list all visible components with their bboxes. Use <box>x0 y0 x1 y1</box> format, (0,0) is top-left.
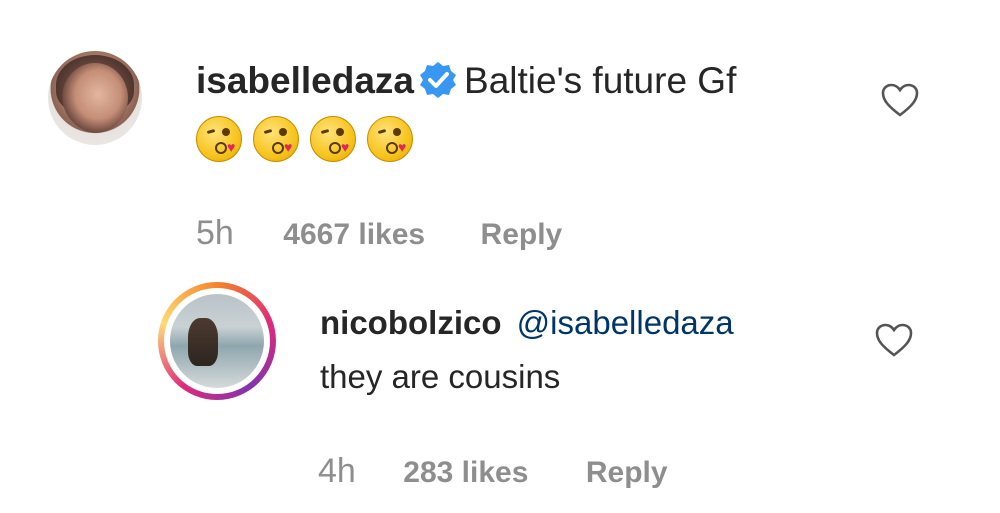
comment-1-emoji-row: ♥ ♥ ♥ ♥ <box>196 116 424 162</box>
comment-2-reply-button[interactable]: Reply <box>586 456 668 490</box>
comment-2-header-line: nicobolzico @isabelledaza <box>320 303 734 343</box>
comment-1-meta: 5h 4667 likes Reply <box>196 214 562 253</box>
kissing-heart-emoji: ♥ <box>310 116 356 162</box>
comment-1-body: Baltie's future Gf <box>464 60 737 101</box>
avatar-person-shape <box>188 318 218 366</box>
comment-2-meta: 4h 283 likes Reply <box>318 452 668 491</box>
avatar-isabelledaza[interactable] <box>48 51 142 145</box>
comment-2-username[interactable]: nicobolzico <box>320 304 502 341</box>
comment-2-time[interactable]: 4h <box>318 452 356 491</box>
comment-2-mention[interactable]: @isabelledaza <box>517 304 734 341</box>
avatar-nicobolzico[interactable] <box>170 294 264 388</box>
comment-1-username[interactable]: isabelledaza <box>196 60 414 101</box>
avatar-face-shape <box>62 63 128 133</box>
comment-1-text-line: isabelledaza Baltie's future Gf <box>196 58 736 104</box>
heart-outline-icon[interactable] <box>874 322 914 358</box>
comment-2-body: they are cousins <box>320 358 561 395</box>
kissing-heart-emoji: ♥ <box>367 116 413 162</box>
heart-outline-icon[interactable] <box>880 82 920 118</box>
comment-1-likes[interactable]: 4667 likes <box>283 218 425 252</box>
comment-2-likes[interactable]: 283 likes <box>403 456 528 490</box>
comment-1-time[interactable]: 5h <box>196 214 234 253</box>
kissing-heart-emoji: ♥ <box>196 116 242 162</box>
comment-1-reply-button[interactable]: Reply <box>481 218 563 252</box>
kissing-heart-emoji: ♥ <box>253 116 299 162</box>
verified-badge-icon <box>420 62 457 98</box>
